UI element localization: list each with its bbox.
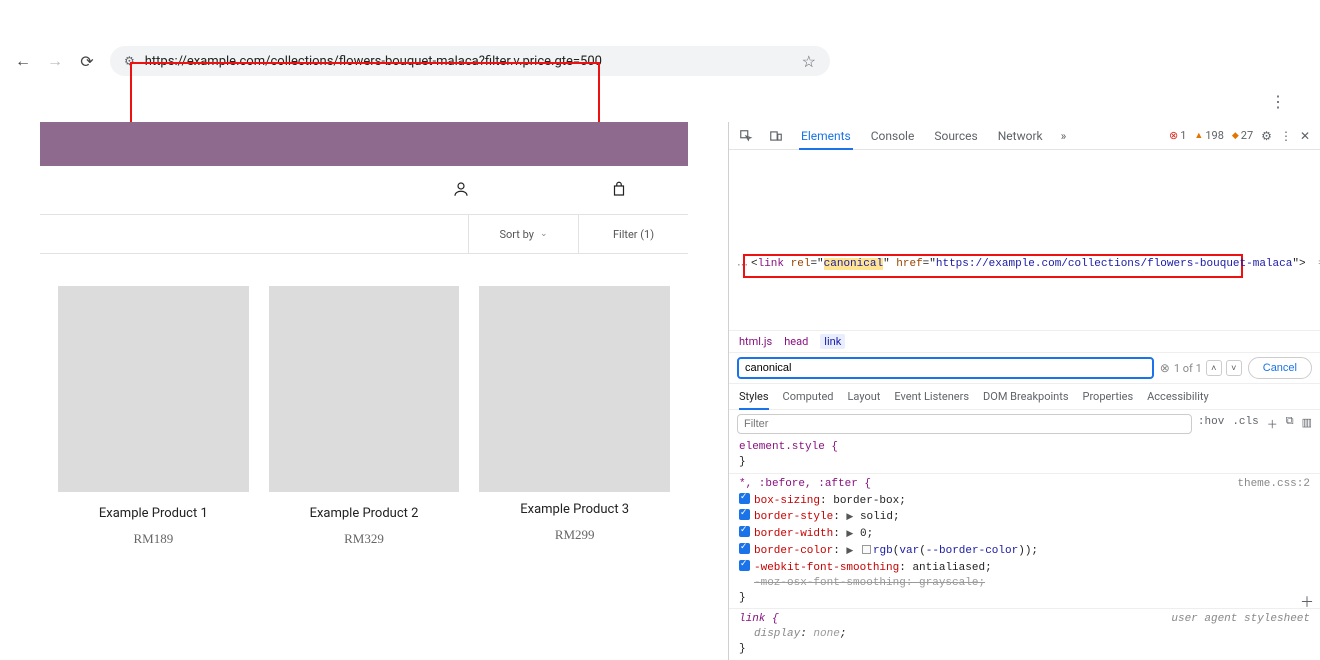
- search-next-icon[interactable]: ˅: [1226, 360, 1242, 376]
- filter-label: Filter (1): [613, 228, 654, 241]
- css-prop-checkbox[interactable]: [739, 526, 750, 537]
- product-name: Example Product 1: [99, 506, 208, 521]
- devtools-tabbar: Elements Console Sources Network » 1 198…: [729, 122, 1320, 150]
- device-toolbar-icon[interactable]: [769, 129, 783, 143]
- back-button[interactable]: ←: [14, 52, 32, 70]
- subtab-props[interactable]: Properties: [1083, 390, 1134, 403]
- product-image: [58, 286, 249, 492]
- product-image: [479, 286, 670, 492]
- inspect-element-icon[interactable]: [739, 129, 753, 143]
- styles-pane-layout-icon[interactable]: ▥: [1302, 416, 1312, 432]
- elements-search-input[interactable]: [737, 357, 1154, 379]
- subtab-dom[interactable]: DOM Breakpoints: [983, 390, 1068, 403]
- subtab-styles[interactable]: Styles: [739, 390, 769, 410]
- collection-toolbar: Sort by ⌄ Filter (1): [40, 214, 688, 254]
- devtools-menu-icon[interactable]: ⋮: [1280, 129, 1292, 143]
- product-name: Example Product 2: [310, 506, 419, 521]
- subtab-layout[interactable]: Layout: [848, 390, 881, 403]
- product-card[interactable]: Example Product 3 RM299: [479, 286, 670, 547]
- reload-button[interactable]: ⟳: [78, 52, 96, 70]
- user-agent-label: user agent stylesheet: [1171, 612, 1310, 627]
- subtab-computed[interactable]: Computed: [783, 390, 834, 403]
- product-card[interactable]: Example Product 2 RM329: [269, 286, 460, 547]
- forward-button[interactable]: →: [46, 52, 64, 70]
- rule-link: link {: [739, 613, 779, 625]
- styles-filter-input[interactable]: [737, 414, 1192, 434]
- bag-icon[interactable]: [610, 180, 628, 201]
- cls-toggle[interactable]: .cls: [1232, 416, 1258, 432]
- sort-label: Sort by: [500, 228, 534, 241]
- warning-count[interactable]: 198: [1194, 129, 1223, 142]
- css-prop-checkbox[interactable]: [739, 493, 750, 504]
- hov-toggle[interactable]: :hov: [1198, 416, 1224, 432]
- chevron-down-icon: ⌄: [540, 229, 548, 239]
- stylesheet-source[interactable]: theme.css:2: [1237, 477, 1310, 492]
- product-image: [269, 286, 460, 492]
- search-prev-icon[interactable]: ˄: [1206, 360, 1222, 376]
- css-prop-checkbox[interactable]: [739, 560, 750, 571]
- sort-button[interactable]: Sort by ⌄: [468, 215, 578, 253]
- dom-breadcrumbs[interactable]: html.js head link: [729, 330, 1320, 352]
- crumb-link[interactable]: link: [820, 334, 845, 349]
- selected-element-line[interactable]: ⋯ <link rel="canonical" href="https://ex…: [751, 258, 1320, 270]
- styles-pane[interactable]: element.style { } theme.css:2 *, :before…: [729, 438, 1320, 657]
- rule-element-style: element.style {: [739, 441, 838, 453]
- tab-elements[interactable]: Elements: [799, 129, 853, 150]
- css-prop-checkbox[interactable]: [739, 509, 750, 520]
- site-banner: [40, 122, 688, 166]
- rule-star: *, :before, :after {: [739, 478, 871, 490]
- product-price: RM329: [344, 531, 384, 547]
- clear-search-icon[interactable]: ⊗: [1160, 361, 1170, 375]
- tab-console[interactable]: Console: [869, 129, 917, 143]
- bookmark-star-icon[interactable]: ☆: [802, 52, 816, 71]
- color-swatch-icon[interactable]: [862, 545, 871, 554]
- crumb-html[interactable]: html.js: [739, 335, 772, 348]
- url-text: https://example.com/collections/flowers-…: [145, 54, 602, 69]
- css-prop-checkbox[interactable]: [739, 543, 750, 554]
- close-devtools-icon[interactable]: ✕: [1300, 129, 1310, 143]
- site-settings-icon[interactable]: ⚙: [124, 54, 135, 68]
- more-tabs-icon[interactable]: »: [1061, 129, 1067, 143]
- elements-tree[interactable]: ⋯ <link rel="canonical" href="https://ex…: [729, 150, 1320, 330]
- tab-network[interactable]: Network: [996, 129, 1045, 143]
- browser-menu-icon[interactable]: ⋮: [1270, 92, 1286, 111]
- product-card[interactable]: Example Product 1 RM189: [58, 286, 249, 547]
- search-count: 1 of 1: [1174, 362, 1202, 375]
- settings-gear-icon[interactable]: ⚙: [1261, 129, 1272, 143]
- issue-count[interactable]: 27: [1232, 129, 1253, 142]
- error-count[interactable]: 1: [1169, 129, 1186, 142]
- computed-styles-icon[interactable]: ⧉: [1286, 416, 1294, 432]
- filter-button[interactable]: Filter (1): [578, 215, 688, 253]
- subtab-a11y[interactable]: Accessibility: [1147, 390, 1209, 403]
- product-price: RM299: [555, 527, 595, 543]
- add-declaration-icon[interactable]: ＋: [1300, 595, 1314, 614]
- crumb-head[interactable]: head: [784, 335, 808, 348]
- account-icon[interactable]: [452, 180, 470, 201]
- product-name: Example Product 3: [520, 502, 629, 517]
- tab-sources[interactable]: Sources: [932, 129, 979, 143]
- subtab-event[interactable]: Event Listeners: [894, 390, 969, 403]
- address-bar[interactable]: ⚙ https://example.com/collections/flower…: [110, 46, 830, 76]
- new-style-rule-icon[interactable]: ＋: [1267, 416, 1278, 432]
- search-cancel-button[interactable]: Cancel: [1248, 357, 1312, 379]
- product-price: RM189: [133, 531, 173, 547]
